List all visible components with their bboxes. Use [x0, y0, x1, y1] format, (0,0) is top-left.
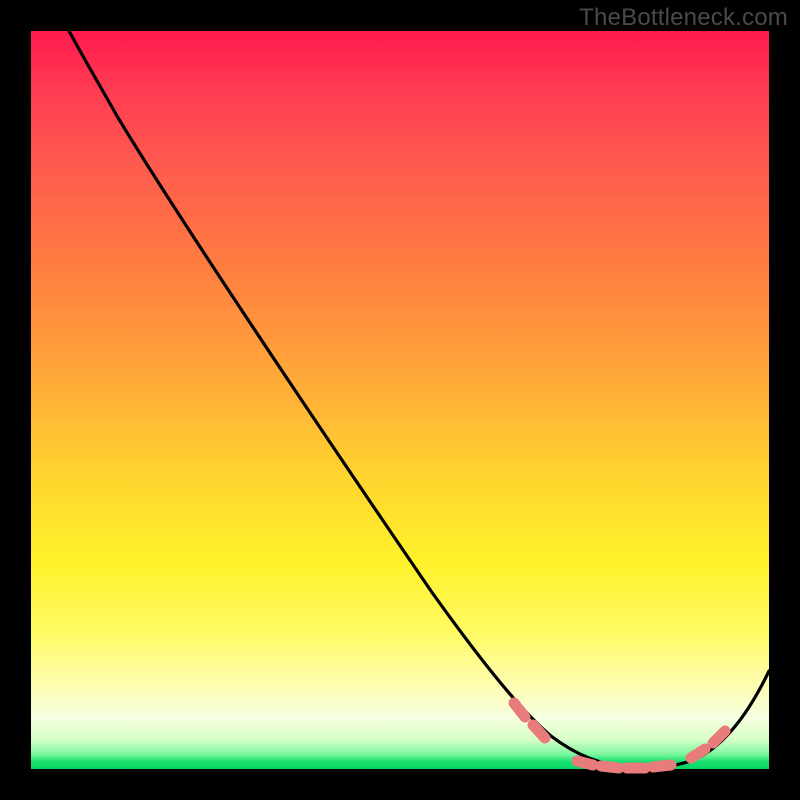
chart-frame: TheBottleneck.com — [0, 0, 800, 800]
curve-path — [69, 31, 769, 768]
highlight-markers — [514, 703, 725, 768]
bottleneck-curve — [31, 31, 769, 769]
watermark-text: TheBottleneck.com — [579, 4, 788, 32]
plot-area — [31, 31, 769, 769]
